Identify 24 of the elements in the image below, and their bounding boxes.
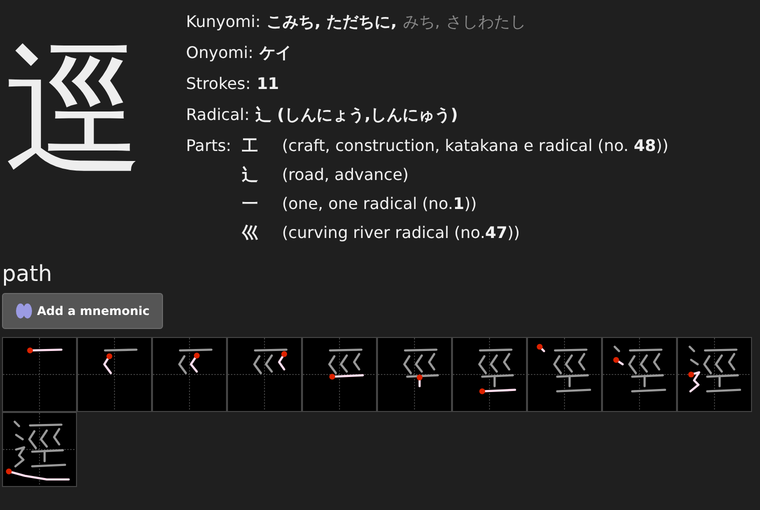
reading: こみち, <box>266 12 321 33</box>
add-mnemonic-button[interactable]: Add a mnemonic <box>2 293 163 329</box>
part-description: (one, one radical (no.1)) <box>282 194 478 213</box>
field-label: Strokes: <box>186 74 251 93</box>
reading: ケイ <box>259 43 292 64</box>
brain-icon <box>15 302 33 320</box>
kanji-character: 逕 <box>4 42 145 195</box>
reading: ただちに, <box>326 12 397 33</box>
field-label: Parts: <box>186 136 232 155</box>
part-description: (craft, construction, katakana e radical (no. 48)) <box>282 136 668 155</box>
field-label: Radical: <box>186 105 250 124</box>
reading: みち, <box>402 12 440 33</box>
part-description: (curving river radical (no.47)) <box>282 223 521 242</box>
section-heading: path <box>2 262 54 287</box>
reading: さしわたし <box>446 12 526 33</box>
stroke-count: 11 <box>256 74 279 93</box>
field-label: Kunyomi: <box>186 12 261 31</box>
part-character: 一 <box>242 194 259 215</box>
part-character: ⻌ <box>242 165 259 186</box>
part-description: (road, advance) <box>282 165 410 184</box>
radical-value: ⻌ (しんにょう,しんにゅう) <box>256 105 458 126</box>
field-label: Onyomi: <box>186 43 254 62</box>
part-character: 巛 <box>242 223 259 244</box>
part-character: 工 <box>242 136 259 157</box>
